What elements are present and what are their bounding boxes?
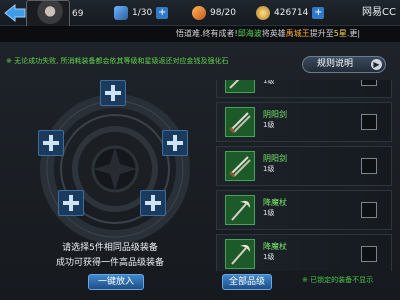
one-click-fill-button[interactable]: 一键放入	[88, 274, 144, 290]
rules-button[interactable]: 规则说明 ▶	[302, 56, 386, 73]
material-slot-2[interactable]	[38, 130, 64, 156]
notice-mid2: 提升至	[309, 29, 334, 38]
crescent-staff-icon	[225, 239, 255, 269]
power-value: 98/20	[210, 8, 236, 18]
material-slot-1[interactable]	[100, 80, 126, 106]
grade-filter-button[interactable]: 全部品级	[222, 274, 272, 290]
watermark-logo: 网易CC	[362, 7, 396, 18]
hint-line-2: 成功可获得一件高品级装备	[55, 258, 164, 268]
notice-hero: 禹城王	[285, 29, 310, 38]
coin-value: 426714	[274, 8, 309, 18]
notice-suffix: .更|	[346, 29, 361, 38]
plus-icon	[63, 195, 79, 211]
refund-tip: ※ 无论成功失败, 所消耗装备都会依其等级和星级返还对应金钱及强化石	[6, 57, 229, 65]
item-name: 降魔杖	[263, 198, 287, 207]
halberd-icon	[225, 80, 255, 93]
stamina-display: 1/30 +	[114, 5, 169, 21]
add-stamina-button[interactable]: +	[156, 7, 169, 19]
rules-button-label: 规则说明	[317, 59, 354, 69]
stamina-icon	[114, 6, 128, 20]
material-slot-5[interactable]	[140, 190, 166, 216]
item-level: 1级	[263, 121, 275, 129]
notice-mid: 将英雄	[261, 29, 286, 38]
list-item[interactable]: 1级	[216, 80, 392, 98]
list-item[interactable]: 降魔杖 1级	[216, 234, 392, 271]
list-item[interactable]: 阴阳剑 1级	[216, 146, 392, 186]
player-level: 69	[72, 9, 84, 19]
list-item[interactable]: 阴阳剑 1级	[216, 102, 392, 142]
plus-icon	[167, 135, 183, 151]
select-checkbox[interactable]	[361, 158, 377, 174]
select-checkbox[interactable]	[361, 114, 377, 130]
list-item[interactable]: 降魔杖 1级	[216, 190, 392, 230]
notice-player: 邱海波	[237, 29, 262, 38]
coin-icon	[256, 6, 270, 20]
top-bar: 69 1/30 + 98/20 426714 + 网易CC	[0, 0, 400, 28]
plus-icon	[105, 85, 121, 101]
add-coin-button[interactable]: +	[312, 7, 325, 19]
material-slot-3[interactable]	[162, 130, 188, 156]
back-button[interactable]	[2, 2, 28, 24]
plus-icon	[145, 195, 161, 211]
material-slot-4[interactable]	[58, 190, 84, 216]
scrolling-notice: 悟道难.终有成者!邱海波将英雄禹城王提升至5星.更|	[0, 26, 400, 42]
equipment-list: 1级 阴阳剑 1级 阴阳剑 1级 降魔杖 1级 降魔杖 1级	[216, 80, 392, 271]
item-name: 降魔杖	[263, 242, 287, 251]
item-level: 1级	[263, 209, 275, 217]
item-level: 1级	[263, 165, 275, 173]
power-icon	[192, 6, 206, 20]
twin-sword-icon	[225, 151, 255, 181]
fusion-ring	[40, 94, 190, 244]
item-name: 阴阳剑	[263, 110, 287, 119]
item-name: 阴阳剑	[263, 154, 287, 163]
notice-star: 5星	[333, 29, 347, 38]
back-arrow-icon	[4, 3, 26, 23]
plus-icon	[43, 135, 59, 151]
crescent-staff-icon	[225, 195, 255, 225]
select-checkbox[interactable]	[361, 246, 377, 262]
locked-items-tip: ※ 已锁定的装备不显示	[302, 276, 374, 284]
stamina-value: 1/30	[132, 8, 153, 18]
power-display: 98/20	[192, 5, 236, 21]
item-level: 1级	[263, 80, 275, 85]
notice-prefix: 悟道难.终有成者!	[176, 29, 238, 38]
select-checkbox[interactable]	[361, 202, 377, 218]
select-checkbox[interactable]	[361, 80, 377, 86]
avatar[interactable]	[26, 0, 70, 28]
twin-sword-icon	[225, 107, 255, 137]
play-icon: ▶	[371, 59, 382, 70]
item-level: 1级	[263, 253, 275, 261]
coin-display: 426714 +	[256, 5, 325, 21]
hint-line-1: 请选择5件相同品级装备	[62, 243, 158, 253]
